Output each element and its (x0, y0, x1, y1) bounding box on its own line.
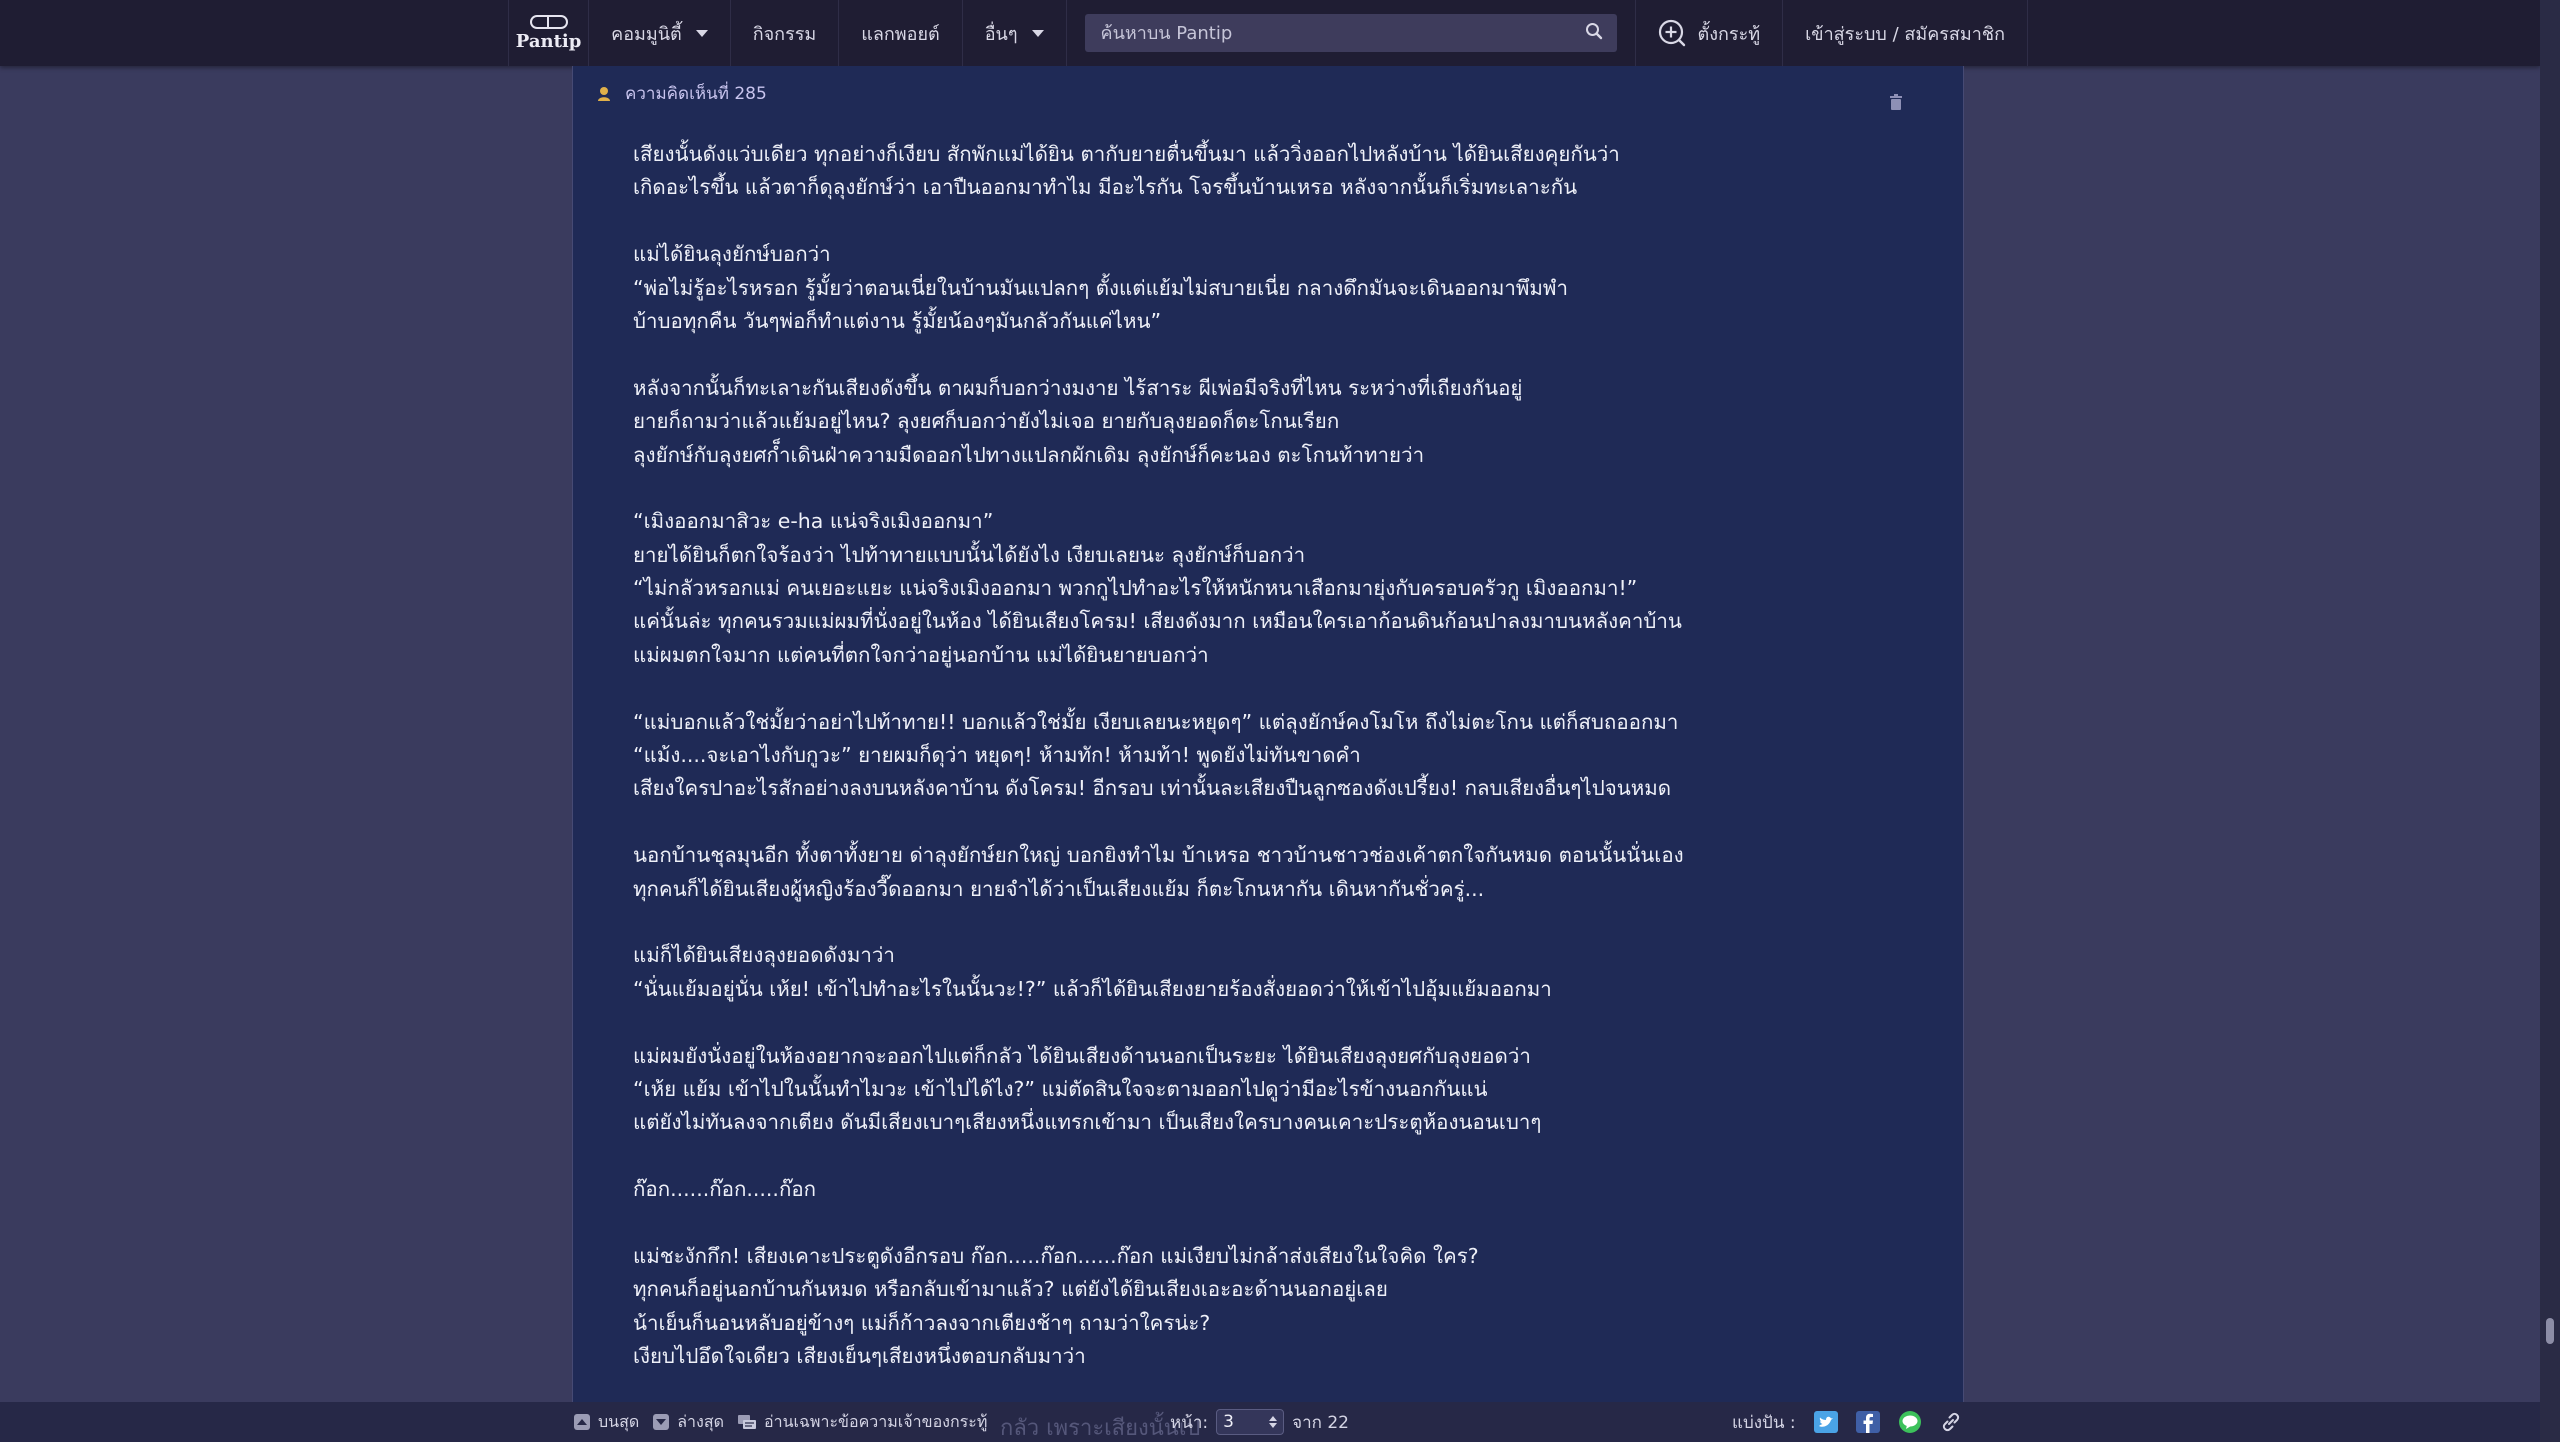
comment-line: “เมิงออกมาสิวะ e-ha แน่จริงเมิงออกมา” (633, 509, 994, 534)
arrow-down-icon (653, 1414, 670, 1430)
comment-line: แม่ผมตกใจมาก แต่คนที่ตกใจกว่าอยู่นอกบ้าน… (633, 642, 1209, 667)
comment-line: ก๊อก......ก๊อก.....ก๊อก (633, 1177, 817, 1202)
top-navbar-inner: Pantip คอมมูนิตี้ กิจกรรม แลกพอยต์ อื่นๆ (508, 0, 2028, 66)
search-input[interactable] (1098, 21, 1543, 45)
share-bar: แบ่งปัน : (1732, 1402, 1962, 1442)
owner-comments-icon (738, 1414, 757, 1430)
login-register-label: เข้าสู่ระบบ / สมัครสมาชิก (1805, 23, 2005, 45)
nav-item-community-label: คอมมูนิตี้ (611, 23, 682, 45)
page-scrollbar[interactable] (2540, 0, 2560, 1442)
comment-line: เงียบไปอึดใจเดียว เสียงเย็นๆเสียงหนึ่งตอ… (633, 1344, 1086, 1369)
comment-line: ลุงยักษ์กับลุงยศก็ำเดินฝ่าความมืดออกไปทา… (633, 442, 1425, 467)
chevron-down-icon (695, 29, 708, 37)
facebook-icon[interactable] (1855, 1411, 1880, 1433)
owner-only-label: อ่านเฉพาะข้อความเจ้าของกระทู้ (764, 1411, 988, 1431)
nav-item-redeem-points-label: แลกพอยต์ (861, 23, 940, 45)
comment-body: เสียงนั้นดังแว่บเดียว ทุกอย่างก็เงียบ สั… (633, 138, 1893, 1373)
comment-line: นอกบ้านชุลมุนอีก ทั้งตาทั้งยาย ด่าลุงยัก… (633, 843, 1684, 868)
bottom-toolbar: กลัว เพราะเสียงนั้นเป บนสุด ล่างสุด อ่าน… (0, 1402, 2540, 1442)
total-pages-label: จาก 22 (1292, 1412, 1349, 1433)
nav-item-activities-label: กิจกรรม (752, 23, 817, 45)
user-avatar-icon[interactable] (597, 86, 611, 102)
search-icon[interactable] (1585, 22, 1603, 45)
nav-item-more[interactable]: อื่นๆ (963, 0, 1067, 66)
comment-line: น้าเย็นก็นอนหลับอยู่ข้างๆ แม่ก็ก้าวลงจาก… (633, 1310, 1211, 1335)
bottom-nav-controls: บนสุด ล่างสุด อ่านเฉพาะข้อความเจ้าของกระ… (574, 1402, 1001, 1442)
comment-line: แม่ก็ได้ยินเสียงลุงยอดดังมาว่า (633, 943, 895, 968)
comment-line: แม่ชะงักกึก! เสียงเคาะประตูดังอีกรอบ ก๊อ… (633, 1243, 1479, 1268)
top-navbar: Pantip คอมมูนิตี้ กิจกรรม แลกพอยต์ อื่นๆ (0, 0, 2540, 66)
comment-line: “พ่อไม่รู้อะไรหรอก รู้มั้ยว่าตอนเนี่ยในบ… (633, 275, 1568, 300)
go-top-label: บนสุด (598, 1411, 640, 1431)
pantip-logo-text: Pantip (515, 30, 582, 52)
comment-line: บ้าบอทุกคืน วันๆพ่อก็ทำแต่งาน รู้มั้ยน้อ… (633, 308, 1162, 333)
pantip-logo[interactable]: Pantip (508, 0, 590, 66)
scrollbar-thumb[interactable] (2546, 1318, 2554, 1344)
go-bottom-label: ล่างสุด (677, 1411, 725, 1431)
comment-line: หลังจากนั้นก็ทะเลาะกันเสียงดังขึ้น ตาผมก… (633, 375, 1523, 400)
comment-line: ทุกคนก็อยู่นอกบ้านกันหมด หรือกลับเข้ามาแ… (633, 1277, 1388, 1302)
comment-line: ยายก็ถามว่าแล้วแย้มอยู่ไหน? ลุงยศก็บอกว่… (633, 409, 1340, 434)
comment-line: แม่ได้ยินลุงยักษ์บอกว่า (633, 242, 831, 267)
search-area (1067, 0, 1636, 66)
new-topic-label: ตั้งกระทู้ (1697, 23, 1761, 45)
page: Pantip คอมมูนิตี้ กิจกรรม แลกพอยต์ อื่นๆ (0, 0, 2560, 1442)
arrow-up-icon (574, 1414, 590, 1430)
go-bottom-button[interactable]: ล่างสุด (653, 1410, 724, 1435)
page-select[interactable]: 3 (1216, 1409, 1285, 1435)
comment-panel: ความคิดเห็นที่ 285 เสียงนั้นดังแว่บเดียว… (572, 66, 1964, 1402)
chevron-down-icon (1031, 29, 1044, 37)
line-icon[interactable] (1898, 1411, 1922, 1433)
comment-line: แค่นั้นล่ะ ทุกคนรวมแม่ผมที่นั่งอยู่ในห้อ… (633, 609, 1682, 634)
comment-line: แต่ยังไม่ทันลงจากเตียง ดันมีเสียงเบาๆเสี… (633, 1110, 1542, 1135)
twitter-icon[interactable] (1813, 1411, 1838, 1433)
owner-only-button[interactable]: อ่านเฉพาะข้อความเจ้าของกระทู้ (738, 1410, 987, 1435)
new-topic-button[interactable]: ตั้งกระทู้ (1636, 0, 1784, 66)
spinner-arrows-icon (1269, 1416, 1278, 1428)
comment-number: ความคิดเห็นที่ 285 (625, 84, 767, 104)
comment-line: “นั่นแย้มอยู่นั่น เห้ย! เข้าไปทำอะไรในนั… (633, 976, 1552, 1001)
go-top-button[interactable]: บนสุด (574, 1410, 639, 1435)
comment-line: แม่ผมยังนั่งอยู่ในห้องอยากจะออกไปแต่ก็กล… (633, 1043, 1531, 1068)
nav-item-community[interactable]: คอมมูนิตี้ (589, 0, 731, 66)
current-page: 3 (1223, 1412, 1234, 1432)
comment-line: ยายได้ยินก็ตกใจร้องว่า ไปท้าทายแบบนั้นได… (633, 542, 1306, 567)
nav-item-more-label: อื่นๆ (984, 23, 1018, 45)
page-label: หน้า: (1170, 1412, 1209, 1433)
trash-icon[interactable] (1889, 94, 1903, 110)
nav-item-activities[interactable]: กิจกรรม (731, 0, 840, 66)
comment-header: ความคิดเห็นที่ 285 (597, 80, 767, 107)
plus-circle-icon (1658, 19, 1686, 47)
comment-line: เสียงนั้นดังแว่บเดียว ทุกอย่างก็เงียบ สั… (633, 142, 1620, 166)
comment-line: “ไม่กลัวหรอกแม่ คนเยอะแยะ แน่จริงเมิงออก… (633, 576, 1638, 601)
comment-line: เสียงใครปาอะไรสักอย่างลงบนหลังคาบ้าน ดัง… (633, 776, 1672, 801)
pantip-logo-mark-icon (529, 14, 568, 29)
comment-line: “แม่บอกแล้วใช่มั้ยว่าอย่าไปท้าทาย!! บอกแ… (633, 709, 1679, 734)
comment-line: “เห้ย แย้ม เข้าไปในนั้นทำไมวะ เข้าไปได้ไ… (633, 1076, 1488, 1101)
nav-item-redeem-points[interactable]: แลกพอยต์ (839, 0, 963, 66)
page-selector: หน้า: 3 จาก 22 (1170, 1402, 1349, 1442)
comment-line: เกิดอะไรขึ้น แล้วตาก็ดุลุงยักษ์ว่า เอาปื… (633, 175, 1578, 200)
comment-line: ทุกคนก็ได้ยินเสียงผู้หญิงร้องวี๊ดออกมา ย… (633, 876, 1485, 901)
search-box (1084, 14, 1617, 52)
share-label: แบ่งปัน : (1732, 1412, 1796, 1433)
login-register-link[interactable]: เข้าสู่ระบบ / สมัครสมาชิก (1783, 0, 2028, 66)
link-icon[interactable] (1940, 1411, 1962, 1433)
comment-line: “แม้ง....จะเอาไงกับกูวะ” ยายผมก็ดุว่า หย… (633, 743, 1361, 768)
